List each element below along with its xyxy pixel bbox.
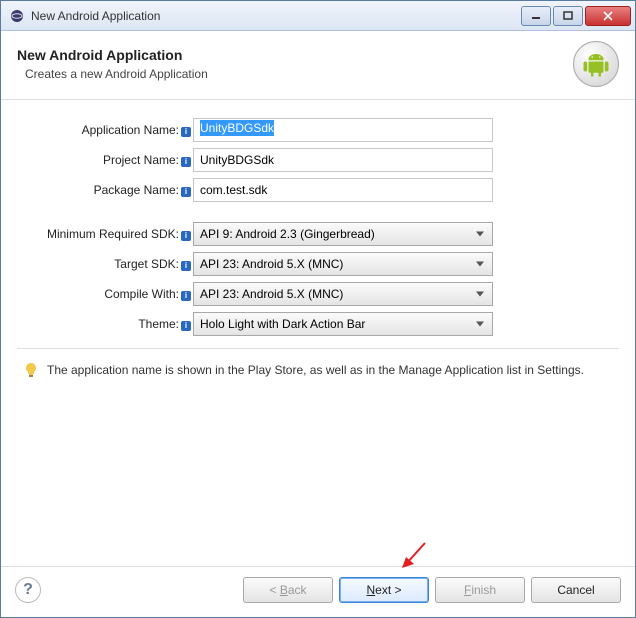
package-name-input[interactable] [193,178,493,202]
info-icon: i [181,291,191,301]
minimize-button[interactable] [521,6,551,26]
android-icon [573,41,619,87]
back-button[interactable]: < Back [243,577,333,603]
app-name-label: Application Name:i [17,123,193,137]
info-icon: i [181,157,191,167]
app-name-input[interactable]: UnityBDGSdk [193,118,493,142]
info-icon: i [181,321,191,331]
project-name-label: Project Name:i [17,153,193,167]
package-name-label: Package Name:i [17,183,193,197]
compile-with-select[interactable]: API 23: Android 5.X (MNC) [193,282,493,306]
min-sdk-select[interactable]: API 9: Android 2.3 (Gingerbread) [193,222,493,246]
wizard-header: New Android Application Creates a new An… [1,31,635,100]
info-icon: i [181,231,191,241]
theme-label: Theme:i [17,317,193,331]
eclipse-icon [9,8,25,24]
maximize-button[interactable] [553,6,583,26]
window-controls [521,6,631,26]
hint-text: The application name is shown in the Pla… [47,361,584,379]
chevron-down-icon [476,262,484,267]
close-button[interactable] [585,6,631,26]
lightbulb-icon [23,362,39,378]
help-button[interactable]: ? [15,577,41,603]
compile-with-label: Compile With:i [17,287,193,301]
min-sdk-label: Minimum Required SDK:i [17,227,193,241]
cancel-button[interactable]: Cancel [531,577,621,603]
window-title: New Android Application [31,9,521,23]
form-area: Application Name:i UnityBDGSdk Project N… [1,100,635,566]
target-sdk-select[interactable]: API 23: Android 5.X (MNC) [193,252,493,276]
target-sdk-label: Target SDK:i [17,257,193,271]
info-icon: i [181,261,191,271]
chevron-down-icon [476,322,484,327]
titlebar: New Android Application [1,1,635,31]
hint-row: The application name is shown in the Pla… [17,359,619,381]
info-icon: i [181,187,191,197]
project-name-input[interactable] [193,148,493,172]
wizard-subtitle: Creates a new Android Application [17,67,573,81]
finish-button[interactable]: Finish [435,577,525,603]
next-button[interactable]: Next > [339,577,429,603]
chevron-down-icon [476,232,484,237]
button-bar: ? < Back Next > Finish Cancel [1,566,635,617]
wizard-title: New Android Application [17,47,573,63]
dialog-window: New Android Application New Android Appl… [0,0,636,618]
info-icon: i [181,127,191,137]
divider [17,348,619,349]
theme-select[interactable]: Holo Light with Dark Action Bar [193,312,493,336]
chevron-down-icon [476,292,484,297]
